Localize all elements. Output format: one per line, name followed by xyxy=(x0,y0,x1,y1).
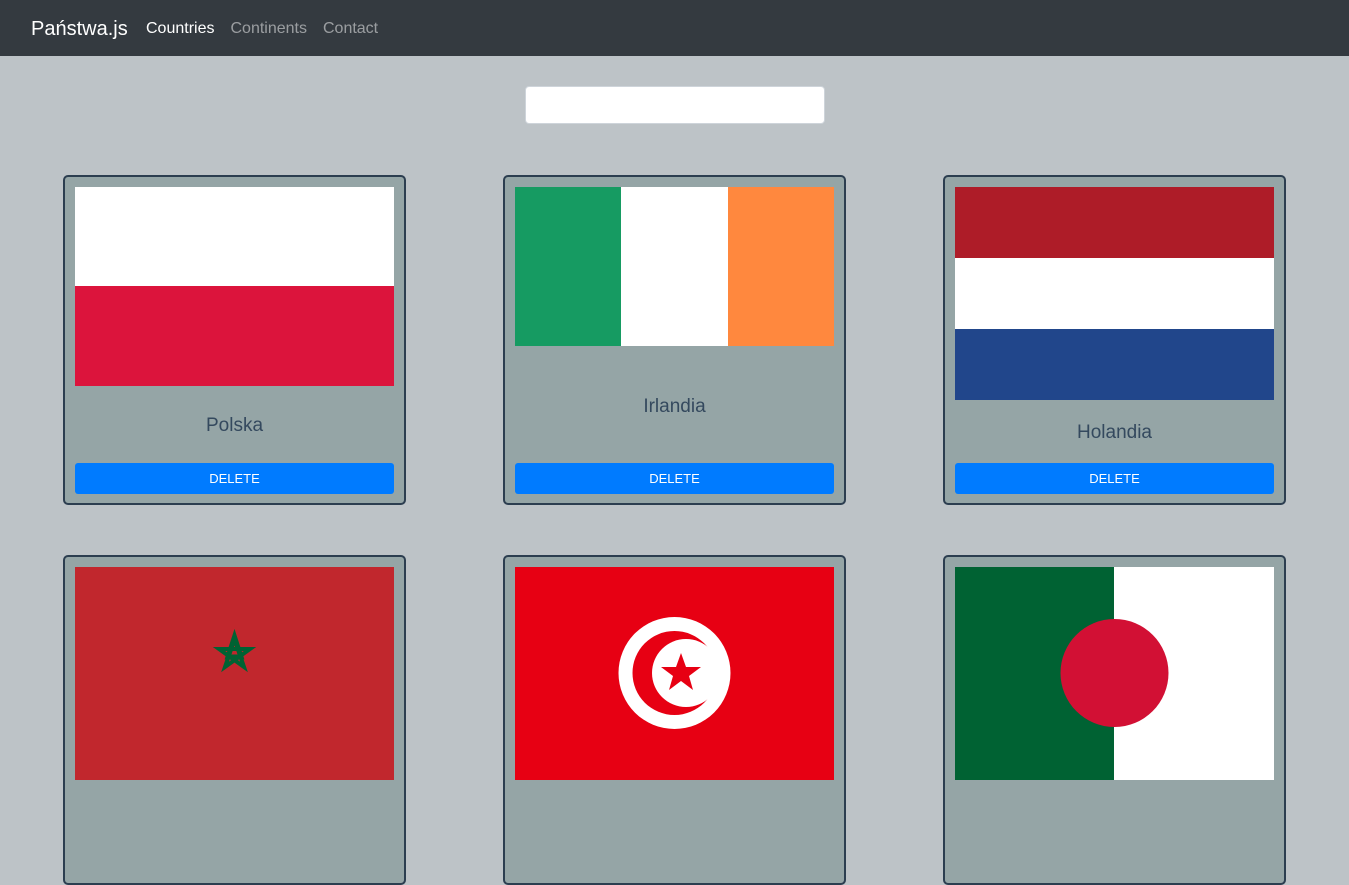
nav-links: Countries Continents Contact xyxy=(146,19,394,39)
flag-holandia xyxy=(955,187,1274,400)
country-name: Holandia xyxy=(1077,422,1152,443)
flag-stripe-green xyxy=(515,187,621,346)
nav-link-countries[interactable]: Countries xyxy=(146,19,214,39)
country-name: Polska xyxy=(205,415,264,436)
flag-stripe-red xyxy=(75,286,394,386)
country-card xyxy=(503,555,846,885)
country-card-holandia: Holandia DELETE xyxy=(943,175,1286,505)
flag-stripe-red xyxy=(955,187,1274,258)
flag-stripe-blue xyxy=(955,329,1274,400)
country-name: Irlandia xyxy=(643,396,706,417)
flag-stripe-white xyxy=(955,258,1274,329)
flag-stripe-white xyxy=(75,187,394,286)
flag-stripe-orange xyxy=(728,187,834,346)
delete-button[interactable]: DELETE xyxy=(515,463,834,494)
nav-link-contact[interactable]: Contact xyxy=(323,19,378,39)
country-card xyxy=(943,555,1286,885)
country-card xyxy=(63,555,406,885)
nav-link-continents[interactable]: Continents xyxy=(230,19,307,39)
brand-logo[interactable]: Państwa.js xyxy=(31,17,128,41)
flag-emblem-icon xyxy=(618,617,731,729)
flag-star-icon xyxy=(212,628,257,673)
delete-button[interactable]: DELETE xyxy=(955,463,1274,494)
flag-algeria xyxy=(955,567,1274,780)
search-input[interactable] xyxy=(525,86,825,124)
flag-tunisia xyxy=(515,567,834,780)
flag-stripe-white xyxy=(621,187,728,346)
flag-morocco xyxy=(75,567,394,780)
delete-button[interactable]: DELETE xyxy=(75,463,394,494)
navbar: Państwa.js Countries Continents Contact xyxy=(0,0,1349,56)
country-card-polska: Polska DELETE xyxy=(63,175,406,505)
flag-crescent-icon xyxy=(1060,619,1274,727)
flag-polska xyxy=(75,187,394,386)
flag-irlandia xyxy=(515,187,834,346)
country-card-irlandia: Irlandia DELETE xyxy=(503,175,846,505)
